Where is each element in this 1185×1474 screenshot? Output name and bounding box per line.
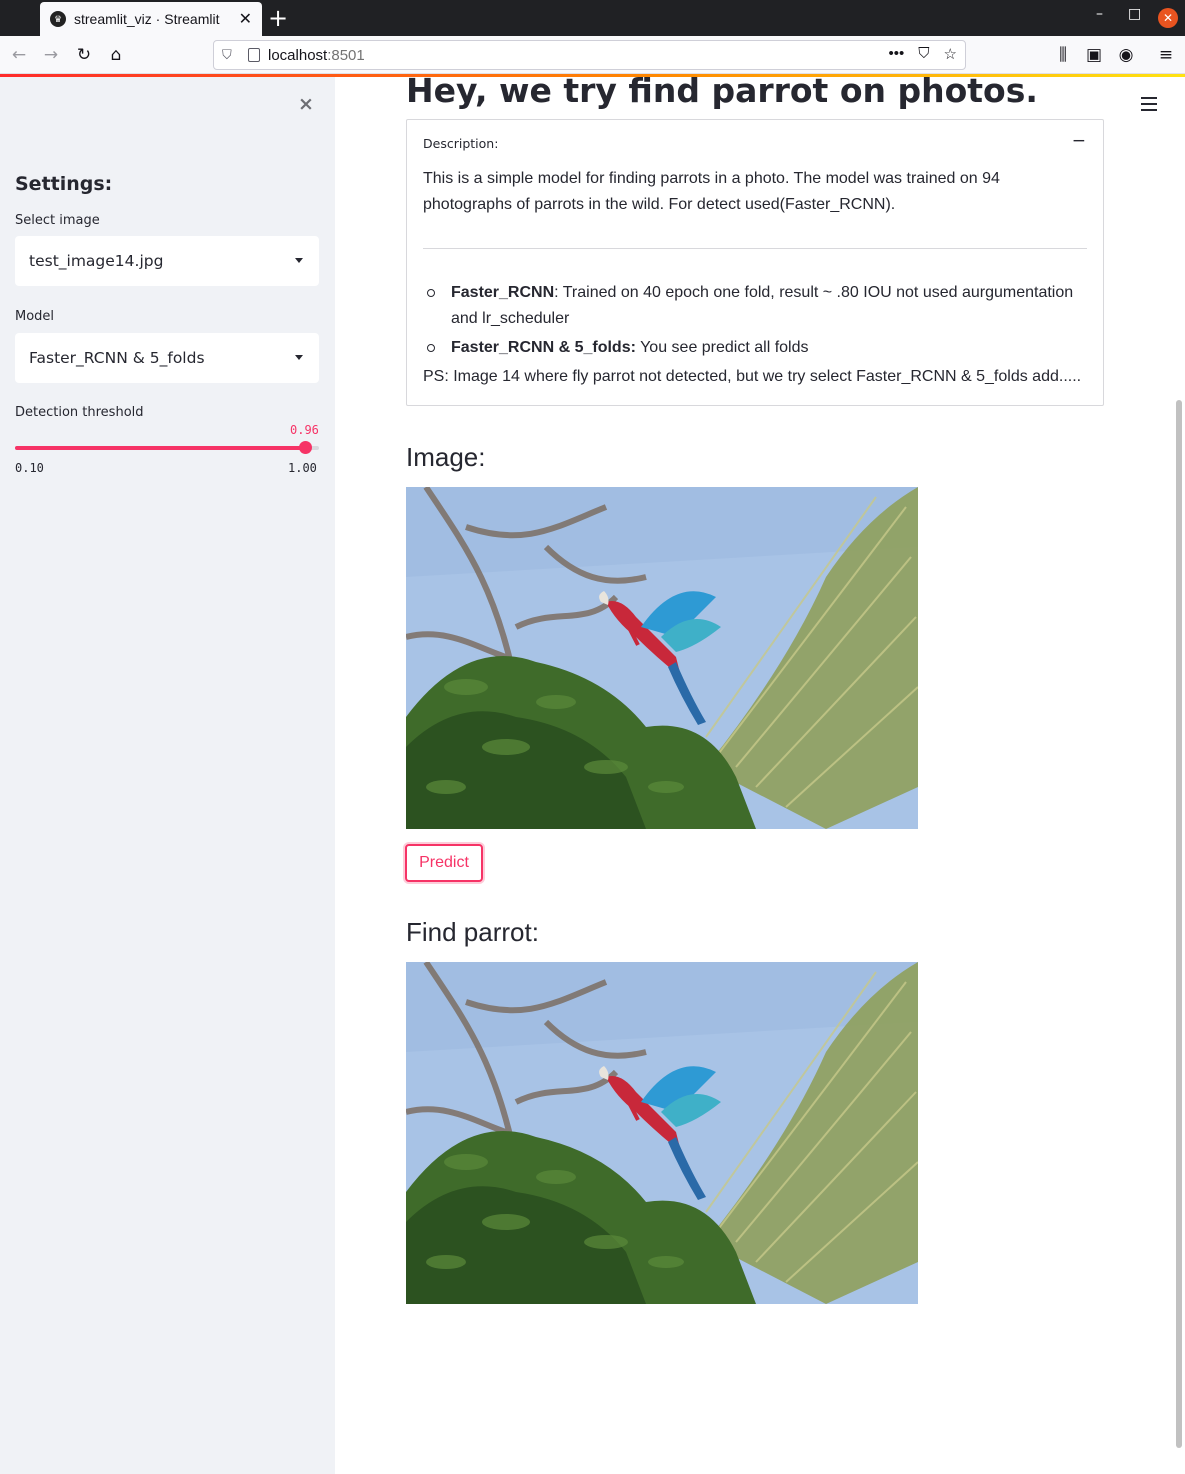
- library-icon[interactable]: ⫼: [1050, 42, 1076, 68]
- list-item: Faster_RCNN & 5_folds: You see predict a…: [423, 335, 1088, 361]
- bullet-icon: [427, 344, 435, 352]
- collapse-icon[interactable]: −: [1072, 131, 1086, 151]
- page-info-icon[interactable]: [248, 48, 260, 62]
- ps-note: PS: Image 14 where fly parrot not detect…: [423, 368, 1082, 385]
- sidebar: × Settings: Select image test_image14.jp…: [0, 77, 335, 1474]
- forward-icon[interactable]: →: [38, 42, 64, 68]
- bullet-icon: [427, 289, 435, 297]
- browser-tab-strip: ♛ streamlit_viz · Streamlit ✕ + – □ ✕: [0, 0, 1185, 36]
- divider: [423, 248, 1087, 249]
- address-bar[interactable]: ⛉ localhost:8501 ••• ⛉ ☆: [213, 40, 966, 70]
- image-heading: Image:: [406, 442, 486, 472]
- main-content: Hey, we try find parrot on photos. Descr…: [335, 77, 1185, 1474]
- result-photo: [406, 962, 918, 1304]
- expander-header[interactable]: Description:: [423, 136, 498, 151]
- description-expander: Description: − This is a simple model fo…: [406, 119, 1104, 406]
- home-icon[interactable]: ⌂: [103, 42, 129, 68]
- predict-button[interactable]: Predict: [405, 844, 483, 882]
- new-tab-button[interactable]: +: [268, 4, 288, 32]
- list-item-bold: Faster_RCNN: [451, 284, 555, 301]
- threshold-max: 1.00: [288, 461, 317, 475]
- chevron-down-icon: [295, 258, 303, 263]
- threshold-min: 0.10: [15, 461, 44, 475]
- select-image-value: test_image14.jpg: [29, 252, 164, 270]
- pocket-icon[interactable]: ⛉: [918, 45, 929, 63]
- page-title: Hey, we try find parrot on photos.: [406, 77, 1038, 110]
- threshold-slider[interactable]: [15, 441, 319, 454]
- close-window-icon[interactable]: ✕: [1158, 8, 1178, 28]
- threshold-slider-fill: [15, 446, 305, 450]
- description-text: This is a simple model for finding parro…: [423, 170, 1000, 213]
- minimize-window-icon[interactable]: –: [1096, 6, 1103, 22]
- url-port: :8501: [327, 46, 365, 64]
- hamburger-menu-icon[interactable]: [1141, 97, 1157, 115]
- account-icon[interactable]: ◉: [1113, 42, 1139, 68]
- sidebar-toggle-icon[interactable]: ▣: [1081, 42, 1107, 68]
- tracking-protection-icon[interactable]: ⛉: [222, 47, 236, 63]
- model-list: Faster_RCNN: Trained on 40 epoch one fol…: [423, 280, 1088, 390]
- list-item-bold: Faster_RCNN & 5_folds:: [451, 339, 636, 356]
- select-image-dropdown[interactable]: test_image14.jpg: [15, 236, 319, 286]
- input-photo: [406, 487, 918, 829]
- bookmark-star-icon[interactable]: ☆: [944, 45, 957, 63]
- menu-icon[interactable]: ≡: [1153, 42, 1179, 68]
- threshold-label: Detection threshold: [15, 405, 144, 420]
- tab-close-icon[interactable]: ✕: [239, 9, 252, 29]
- model-label: Model: [15, 309, 55, 324]
- model-dropdown[interactable]: Faster_RCNN & 5_folds: [15, 333, 319, 383]
- reload-icon[interactable]: ↻: [71, 42, 97, 68]
- chevron-down-icon: [295, 355, 303, 360]
- list-item: Faster_RCNN: Trained on 40 epoch one fol…: [423, 280, 1088, 332]
- browser-toolbar: ← → ↻ ⌂ ⛉ localhost:8501 ••• ⛉ ☆ ⫼ ▣ ◉ ≡: [0, 36, 1185, 74]
- url-host: localhost: [268, 46, 328, 64]
- select-image-label: Select image: [15, 213, 100, 228]
- maximize-window-icon[interactable]: □: [1128, 6, 1141, 22]
- parrot-photo-image: [406, 487, 918, 829]
- threshold-current-value: 0.96: [290, 423, 319, 437]
- sidebar-title: Settings:: [15, 173, 113, 195]
- threshold-slider-thumb[interactable]: [299, 441, 312, 454]
- sidebar-close-icon[interactable]: ×: [298, 93, 314, 115]
- page-scrollbar[interactable]: [1176, 400, 1182, 1448]
- page-actions-icon[interactable]: •••: [889, 45, 905, 63]
- parrot-result-image: [406, 962, 918, 1304]
- streamlit-favicon-icon: ♛: [50, 11, 66, 27]
- tab-title: streamlit_viz · Streamlit: [74, 11, 220, 27]
- back-icon[interactable]: ←: [6, 42, 32, 68]
- list-item-text: You see predict all folds: [635, 339, 809, 356]
- result-heading: Find parrot:: [406, 917, 539, 947]
- model-value: Faster_RCNN & 5_folds: [29, 349, 205, 367]
- browser-tab[interactable]: ♛ streamlit_viz · Streamlit ✕: [40, 2, 262, 36]
